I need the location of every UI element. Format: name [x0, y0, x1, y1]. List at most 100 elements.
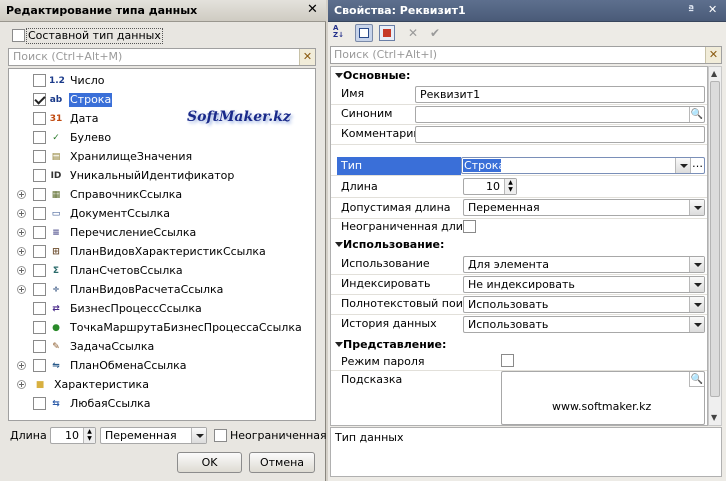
search-input[interactable]: Поиск (Ctrl+Alt+M) ✕: [8, 48, 316, 66]
type-tree-item[interactable]: Σ ПланСчетовСсылка: [9, 262, 315, 280]
search-input[interactable]: Поиск (Ctrl+Alt+I) ✕: [330, 46, 722, 64]
history-select[interactable]: Использовать: [463, 316, 705, 333]
type-tree-item[interactable]: ✓ Булево: [9, 129, 315, 147]
type-checkbox[interactable]: [33, 226, 46, 239]
type-checkbox[interactable]: [33, 340, 46, 353]
ok-button[interactable]: OK: [177, 452, 242, 473]
type-checkbox[interactable]: [33, 150, 46, 163]
tooltip-textarea[interactable]: www.softmaker.kz 🔍: [501, 371, 705, 425]
expand-icon[interactable]: [17, 361, 26, 370]
expand-icon[interactable]: [17, 285, 26, 294]
categorized-view-icon[interactable]: [355, 24, 373, 42]
type-tree-item[interactable]: ▦ СправочникСсылка: [9, 186, 315, 204]
length-spinner[interactable]: ▲ ▼: [83, 428, 95, 443]
sort-az-icon[interactable]: A Z↓: [333, 25, 349, 41]
task-icon: ✎: [52, 342, 60, 352]
delete-icon[interactable]: ✕: [408, 26, 418, 40]
name-input[interactable]: Реквизит1: [415, 86, 705, 103]
allowed-length-select[interactable]: Переменная: [463, 199, 705, 216]
type-checkbox[interactable]: [33, 93, 46, 106]
type-checkbox[interactable]: [33, 207, 46, 220]
chevron-down-icon[interactable]: [689, 257, 704, 272]
search-icon[interactable]: 🔍: [689, 107, 704, 122]
expand-icon[interactable]: [17, 228, 26, 237]
type-tree-item[interactable]: ab Строка: [9, 91, 315, 109]
type-tree-item[interactable]: ≡ ПеречислениеСсылка: [9, 224, 315, 242]
password-mode-checkbox[interactable]: [501, 354, 514, 367]
chevron-down-icon[interactable]: [689, 277, 704, 292]
type-tree-item[interactable]: ⇄ БизнесПроцессСсылка: [9, 300, 315, 318]
chevron-down-icon[interactable]: [689, 200, 704, 215]
type-tree-item[interactable]: ID УникальныйИдентификатор: [9, 167, 315, 185]
type-tree-item[interactable]: ⇋ ПланОбменаСсылка: [9, 357, 315, 375]
type-checkbox[interactable]: [33, 302, 46, 315]
type-checkbox[interactable]: [33, 321, 46, 334]
length-input[interactable]: 10 ▲ ▼: [463, 178, 517, 195]
expand-icon[interactable]: [17, 380, 26, 389]
chevron-down-icon[interactable]: [675, 158, 690, 173]
index-select[interactable]: Не индексировать: [463, 276, 705, 293]
synonym-label: Синоним: [341, 107, 393, 120]
type-tree-item[interactable]: 1.2 Число: [9, 72, 315, 90]
expand-icon[interactable]: [17, 247, 26, 256]
search-icon[interactable]: 🔍: [689, 372, 704, 387]
fulltext-select[interactable]: Использовать: [463, 296, 705, 313]
scroll-down-icon[interactable]: ▼: [711, 411, 717, 425]
type-input[interactable]: Строка …: [461, 157, 705, 174]
type-checkbox[interactable]: [33, 264, 46, 277]
type-checkbox[interactable]: [33, 359, 46, 372]
composite-type-checkbox[interactable]: [12, 29, 25, 42]
length-mode-select[interactable]: Переменная: [100, 427, 207, 444]
cancel-button[interactable]: Отмена: [249, 452, 315, 473]
expand-icon[interactable]: [17, 190, 26, 199]
type-checkbox[interactable]: [33, 397, 46, 410]
synonym-input[interactable]: 🔍: [415, 106, 705, 123]
close-icon[interactable]: ✕: [307, 3, 318, 17]
more-button[interactable]: …: [690, 158, 704, 173]
type-tree-item[interactable]: ⊞ ПланВидовХарактеристикСсылка: [9, 243, 315, 261]
expand-icon[interactable]: [17, 209, 26, 218]
clear-search-icon[interactable]: ✕: [705, 47, 721, 63]
chevron-down-icon[interactable]: [689, 297, 704, 312]
type-tree-item[interactable]: ▭ ДокументСсылка: [9, 205, 315, 223]
type-checkbox[interactable]: [33, 131, 46, 144]
collapse-icon[interactable]: [335, 342, 343, 347]
type-tree-item[interactable]: ✎ ЗадачаСсылка: [9, 338, 315, 356]
type-checkbox[interactable]: [33, 74, 46, 87]
collapse-icon[interactable]: [335, 242, 343, 247]
panel-title: Свойства: Реквизит1: [334, 4, 466, 17]
type-tree-item[interactable]: ■ Характеристика: [9, 376, 315, 394]
scroll-up-icon[interactable]: ▲: [711, 67, 717, 81]
collapse-icon[interactable]: [335, 73, 343, 78]
unlimited-checkbox[interactable]: [214, 429, 227, 442]
pin-icon[interactable]: ª: [688, 3, 694, 17]
type-tree-item[interactable]: ▤ ХранилищеЗначения: [9, 148, 315, 166]
usage-select[interactable]: Для элемента: [463, 256, 705, 273]
chevron-down-icon[interactable]: [191, 428, 206, 443]
comment-input[interactable]: [415, 126, 705, 143]
password-mode-label: Режим пароля: [341, 355, 425, 368]
type-row[interactable]: Тип Строка …: [331, 157, 707, 175]
type-checkbox[interactable]: [33, 188, 46, 201]
filter-icon[interactable]: [379, 25, 395, 41]
close-icon[interactable]: ✕: [708, 3, 717, 17]
scrollbar[interactable]: ▲ ▼: [708, 66, 722, 426]
length-spinner[interactable]: ▲ ▼: [504, 179, 516, 194]
folder-icon: ■: [35, 380, 45, 390]
id-icon: ID: [50, 171, 62, 181]
type-checkbox[interactable]: [33, 283, 46, 296]
apply-icon[interactable]: ✔: [430, 26, 440, 40]
type-tree-item[interactable]: ÷ ПланВидовРасчетаСсылка: [9, 281, 315, 299]
type-checkbox[interactable]: [33, 112, 46, 125]
unlimited-length-checkbox[interactable]: [463, 220, 476, 233]
chevron-down-icon[interactable]: [689, 317, 704, 332]
length-input[interactable]: 10 ▲ ▼: [50, 427, 96, 444]
section-usage: Использование:: [343, 238, 445, 251]
clear-search-icon[interactable]: ✕: [299, 49, 315, 65]
scroll-thumb[interactable]: [710, 81, 720, 397]
type-tree-item[interactable]: ⇆ ЛюбаяСсылка: [9, 395, 315, 413]
type-checkbox[interactable]: [33, 245, 46, 258]
type-tree-item[interactable]: ● ТочкаМаршрутаБизнесПроцессаСсылка: [9, 319, 315, 337]
expand-icon[interactable]: [17, 266, 26, 275]
type-checkbox[interactable]: [33, 169, 46, 182]
